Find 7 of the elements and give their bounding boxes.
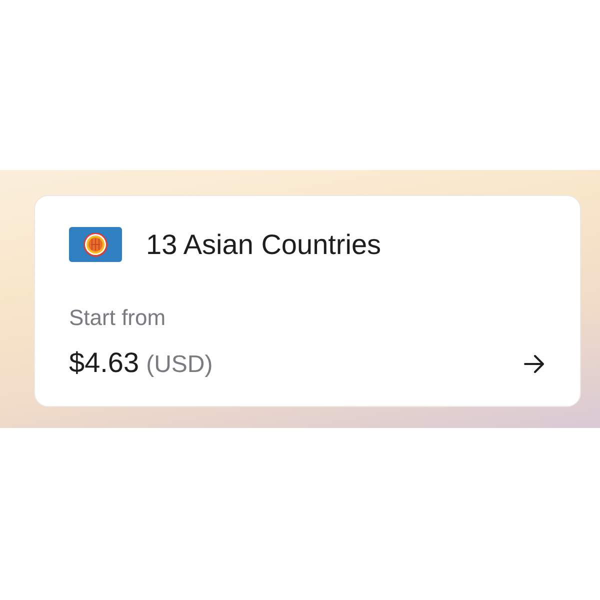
price-value: $4.63: [69, 346, 140, 380]
price-label: Start from: [69, 304, 166, 332]
flag-icon: [69, 227, 122, 262]
destination-card[interactable]: 13 Asian Countries Start from $4.63 (USD): [34, 195, 581, 407]
card-title: 13 Asian Countries: [146, 228, 382, 262]
currency-label: (USD): [146, 350, 213, 380]
arrow-right-icon[interactable]: [524, 355, 544, 373]
